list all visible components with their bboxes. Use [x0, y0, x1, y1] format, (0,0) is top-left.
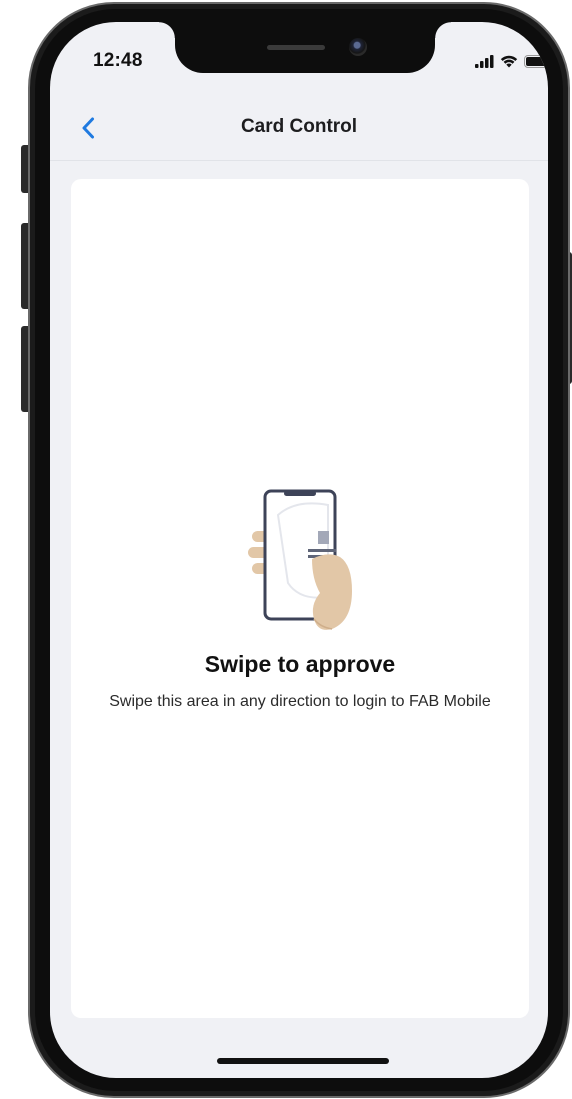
phone-frame: 12:48 Card Control Swipe to approve Swip… [28, 2, 570, 1098]
wifi-icon [500, 55, 518, 68]
phone-screen: 12:48 Card Control Swipe to approve Swip… [50, 22, 548, 1078]
device-mockup: 12:48 Card Control Swipe to approve Swip… [0, 0, 572, 1099]
earpiece-speaker [267, 45, 325, 50]
swipe-approve-area[interactable]: Swipe to approve Swipe this area in any … [71, 179, 529, 1018]
navigation-bar: Card Control [50, 100, 548, 161]
home-indicator[interactable] [217, 1058, 389, 1064]
battery-icon [524, 55, 548, 68]
swipe-description: Swipe this area in any direction to logi… [109, 693, 491, 710]
hand-holding-phone-illustration [248, 489, 352, 630]
front-camera [349, 38, 367, 56]
page-title: Card Control [240, 116, 358, 137]
cellular-signal-icon [475, 55, 494, 68]
phone-bezel: 12:48 Card Control Swipe to approve Swip… [35, 9, 563, 1091]
swipe-title: Swipe to approve [204, 651, 396, 677]
status-time: 12:48 [93, 50, 143, 71]
notch [159, 22, 451, 73]
status-icons [475, 54, 548, 68]
